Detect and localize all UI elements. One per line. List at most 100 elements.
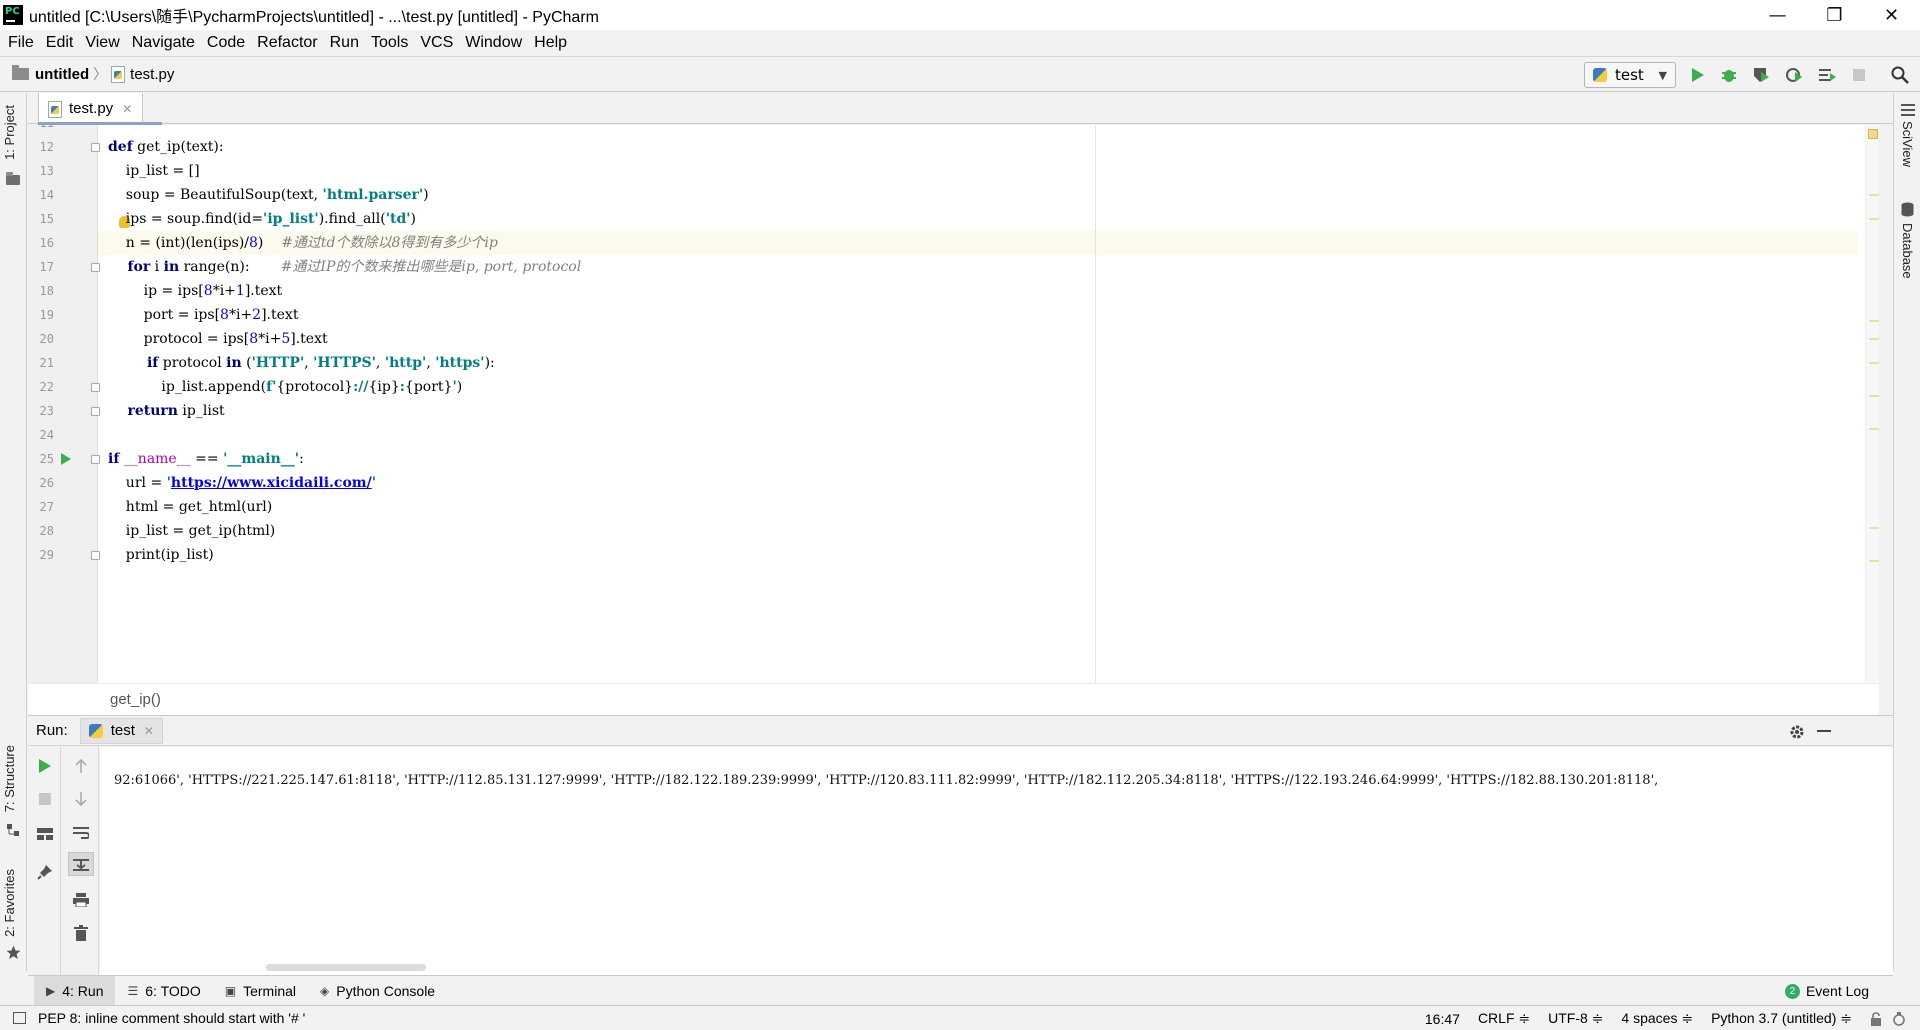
soft-wrap-button[interactable] [72,824,90,842]
trash-icon [74,925,88,941]
menu-window[interactable]: Window [465,34,522,52]
pin-tab-button[interactable] [36,863,54,881]
fold-marker[interactable] [91,455,100,464]
stop-run-button[interactable] [36,790,54,808]
fold-marker[interactable] [91,551,100,560]
run-concurrency-button[interactable] [1817,65,1837,85]
fold-marker[interactable] [91,383,100,392]
editor-error-stripe[interactable] [1865,125,1879,683]
stripe-mark[interactable] [1869,338,1879,340]
menu-code[interactable]: Code [207,34,245,52]
title-bar: untitled [C:\Users\随手\PycharmProjects\un… [0,0,1920,30]
minimize-button[interactable]: — [1749,0,1806,30]
menu-edit[interactable]: Edit [46,34,74,52]
menu-refactor[interactable]: Refactor [257,34,317,52]
run-toolbar-primary [28,747,61,975]
url-link[interactable]: https://www.xicidaili.com/ [171,475,372,491]
fold-marker[interactable] [91,407,100,416]
line-separator-select[interactable]: CRLF ≑ [1478,1010,1530,1027]
close-window-button[interactable]: ✕ [1863,0,1920,30]
line-number: 29 [39,548,54,562]
menu-help[interactable]: Help [534,34,567,52]
tool-window-terminal[interactable]: ▣ Terminal [213,976,308,1006]
tool-window-python-console[interactable]: ◈ Python Console [308,976,447,1006]
close-tab-icon[interactable]: ✕ [122,102,132,116]
print-button[interactable] [72,891,90,909]
run-with-coverage-button[interactable] [1751,65,1771,85]
tool-window-run[interactable]: ▶ 4: Run [34,975,116,1006]
lock-icon[interactable] [1870,1011,1882,1026]
profile-button[interactable] [1784,65,1804,85]
pycharm-logo-icon [3,5,23,25]
run-tab-test[interactable]: test ✕ [79,717,163,744]
toggle-tool-windows-icon[interactable] [13,1012,26,1024]
fold-marker[interactable] [91,263,100,272]
code-area[interactable]: def get_ip(text): ip_list = [] soup = Be… [98,125,1868,683]
editor-gutter[interactable]: 11 12 13 14 15 16 17 18 19 20 21 22 23 2… [28,125,130,683]
breadcrumb-file-label: test.py [130,65,175,83]
line-number: 26 [39,476,54,490]
stripe-mark[interactable] [1869,560,1879,562]
line-number: 11 [28,125,54,135]
scroll-up-button[interactable] [72,757,90,775]
tool-window-event-log[interactable]: 2 Event Log [1784,976,1869,1006]
stripe-mark[interactable] [1869,194,1879,196]
project-folder-icon [6,172,20,185]
stripe-mark[interactable] [1869,527,1879,529]
run-console-output[interactable]: 92:61066', 'HTTPS://221.225.147.61:8118'… [100,747,1893,975]
console-horizontal-scrollbar[interactable] [266,964,426,971]
tool-tab-database[interactable]: Database [1900,223,1915,279]
menu-run[interactable]: Run [330,34,359,52]
python-file-icon [111,66,126,83]
code-line: ips = soup.find(id='ip_list').find_all('… [108,211,417,227]
stripe-mark[interactable] [1869,428,1879,430]
window-title: untitled [C:\Users\随手\PycharmProjects\un… [29,9,599,26]
menu-tools[interactable]: Tools [371,34,408,52]
menu-file[interactable]: File [8,34,34,52]
indent-select[interactable]: 4 spaces ≑ [1621,1010,1693,1027]
folder-icon [12,65,29,80]
stripe-mark[interactable] [1869,395,1879,397]
caret-position[interactable]: 16:47 [1425,1011,1460,1027]
hide-panel-icon[interactable] [1817,730,1831,733]
right-margin-guide [1095,125,1096,683]
stripe-mark[interactable] [1869,362,1879,364]
tool-tab-project[interactable]: 1: Project [2,105,17,160]
gear-icon[interactable] [1789,724,1805,740]
stripe-mark[interactable] [1869,320,1879,322]
menu-navigate[interactable]: Navigate [132,34,195,52]
restore-layout-button[interactable] [36,825,54,843]
menu-vcs[interactable]: VCS [420,34,453,52]
inspector-icon[interactable] [1892,1011,1906,1026]
breadcrumb-project[interactable]: untitled [0,65,89,83]
layout-icon [37,828,53,840]
stripe-mark[interactable] [1869,218,1879,220]
breadcrumb-method[interactable]: get_ip() [110,691,161,708]
fold-marker[interactable] [91,143,100,152]
run-configuration-select[interactable]: test ▼ [1584,62,1676,88]
file-encoding-select[interactable]: UTF-8 ≑ [1548,1010,1603,1027]
run-button[interactable] [1688,65,1708,85]
close-run-tab-icon[interactable]: ✕ [144,724,154,738]
menu-view[interactable]: View [85,34,119,52]
scroll-down-button[interactable] [72,790,90,808]
tool-tab-structure[interactable]: 7: Structure [2,745,17,812]
clear-all-button[interactable] [72,924,90,942]
maximize-button[interactable]: ❐ [1806,0,1863,30]
interpreter-select[interactable]: Python 3.7 (untitled) ≑ [1711,1010,1852,1027]
inspection-status-icon[interactable] [1868,129,1878,139]
stop-button[interactable] [1849,65,1869,85]
editor-tab-test-py[interactable]: test.py ✕ [38,93,162,125]
search-everywhere-button[interactable] [1890,65,1910,85]
line-number: 13 [39,164,54,178]
run-gutter-icon[interactable] [61,453,71,465]
scroll-to-end-button[interactable] [68,852,94,876]
tool-tab-favorites[interactable]: 2: Favorites [2,869,17,937]
rerun-button[interactable] [36,757,54,775]
code-editor[interactable]: 11 12 13 14 15 16 17 18 19 20 21 22 23 2… [28,125,1879,683]
breadcrumb-file[interactable]: test.py [111,66,174,83]
tool-tab-sciview[interactable]: SciView [1900,121,1915,167]
debug-button[interactable] [1719,65,1739,85]
tool-window-todo[interactable]: ☰ 6: TODO [115,976,212,1006]
bottom-tool-bar: ▶ 4: Run ☰ 6: TODO ▣ Terminal ◈ Python Conso… [28,975,1893,1006]
